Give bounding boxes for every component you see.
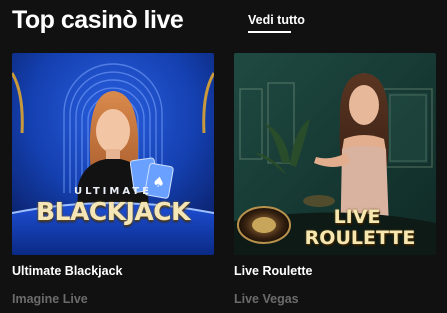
blackjack-thumbnail-art: ♠ bbox=[12, 53, 214, 255]
game-provider: Imagine Live bbox=[12, 292, 88, 306]
section-title: Top casinò live bbox=[12, 6, 184, 34]
game-title[interactable]: Ultimate Blackjack bbox=[12, 263, 122, 279]
section-header: Top casinò live Vedi tutto bbox=[12, 4, 442, 40]
roulette-thumbnail-art bbox=[234, 53, 436, 255]
game-card-live-roulette[interactable]: LIVE ROULETTE Live Roulette Live Vegas bbox=[234, 53, 436, 306]
see-all-underline bbox=[248, 31, 291, 33]
game-thumbnail[interactable]: LIVE ROULETTE bbox=[234, 53, 436, 255]
game-thumbnail[interactable]: ♠ ULTIMATE BLACKJACK bbox=[12, 53, 214, 255]
game-title[interactable]: Live Roulette bbox=[234, 263, 313, 279]
game-card-ultimate-blackjack[interactable]: ♠ ULTIMATE BLACKJACK Ultimate Blackjack … bbox=[12, 53, 214, 306]
game-provider: Live Vegas bbox=[234, 292, 299, 306]
see-all-link[interactable]: Vedi tutto bbox=[248, 12, 305, 28]
